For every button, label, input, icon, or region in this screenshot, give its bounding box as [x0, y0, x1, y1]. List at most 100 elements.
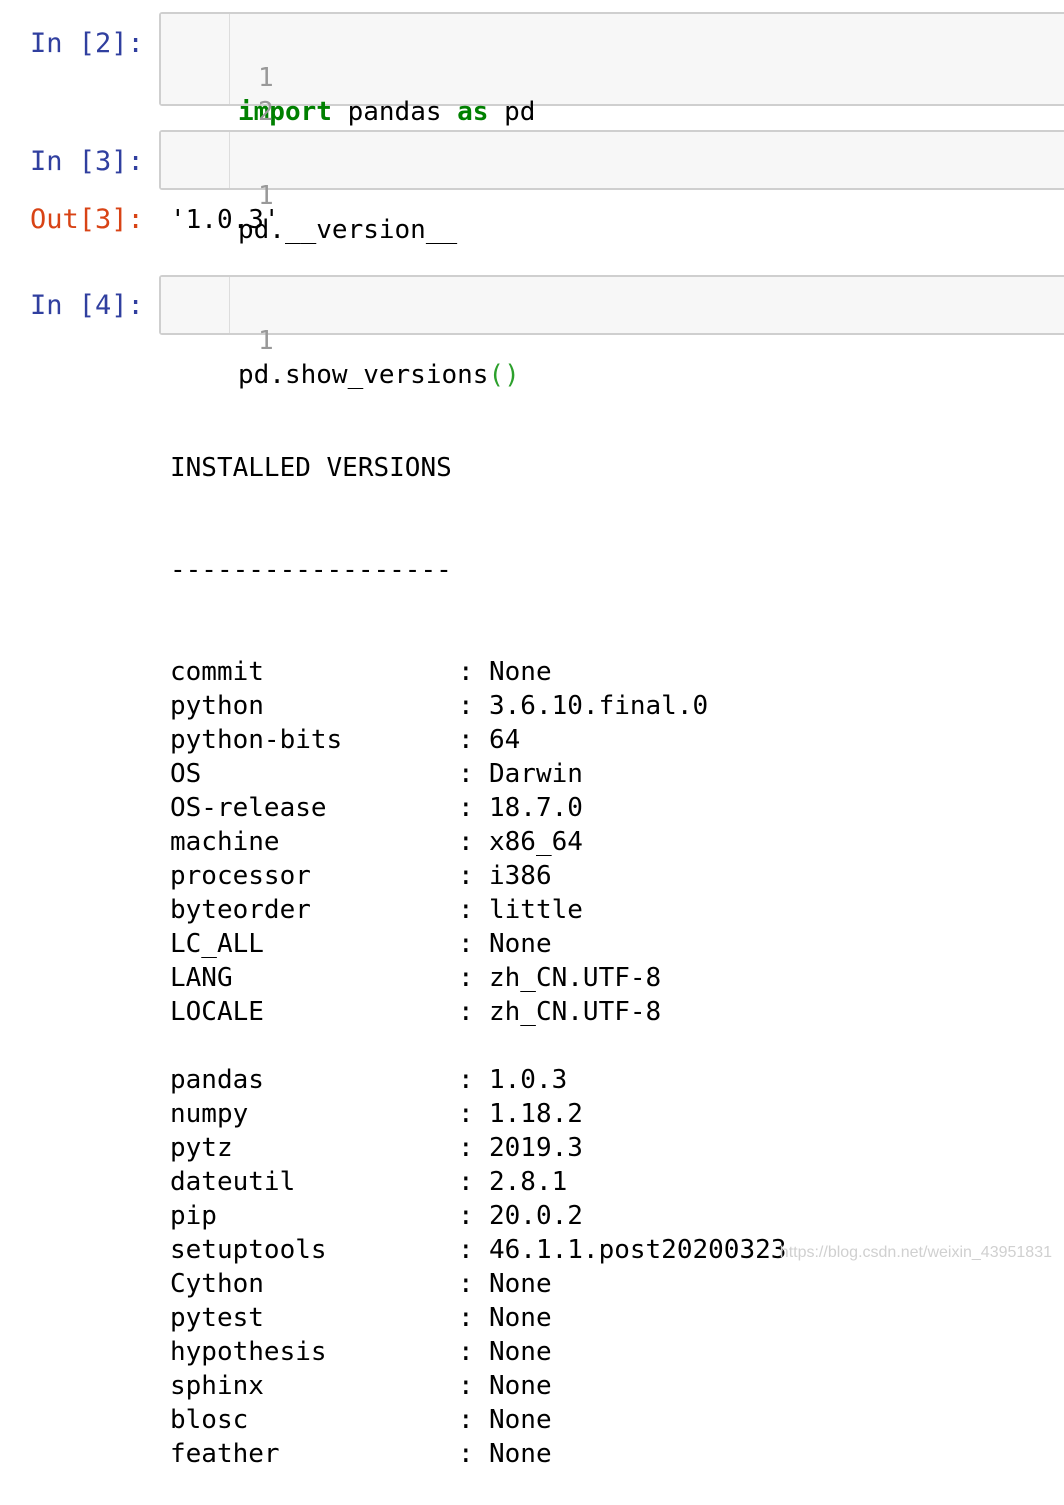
separator: : [458, 997, 474, 1027]
separator: : [458, 963, 474, 993]
version-value: little [489, 895, 583, 925]
separator: : [458, 827, 474, 857]
version-key: pip [170, 1201, 217, 1231]
versions-output: INSTALLED VERSIONS ------------------ co… [170, 383, 786, 1505]
version-row: LOCALE: zh_CN.UTF-8 [170, 995, 661, 1029]
version-value: None [489, 1303, 552, 1333]
version-row: OS-release:18.7.0 [170, 791, 583, 825]
watermark: https://blog.csdn.net/weixin_43951831 [779, 1244, 1052, 1261]
version-value: 3.6.10.final.0 [489, 691, 709, 721]
version-key: blosc [170, 1405, 249, 1435]
separator: : [458, 929, 474, 959]
version-key: LANG [170, 963, 233, 993]
version-key: OS-release [170, 793, 327, 823]
version-value: None [489, 1269, 552, 1299]
version-key: dateutil [170, 1167, 296, 1197]
separator: : [458, 1099, 474, 1129]
version-key: python-bits [170, 725, 343, 755]
version-row: LC_ALL: None [170, 927, 552, 961]
version-row: LANG: zh_CN.UTF-8 [170, 961, 661, 995]
alias-name: pd [488, 97, 536, 127]
version-key: hypothesis [170, 1337, 327, 1367]
version-value: i386 [489, 861, 552, 891]
version-row: blosc: None [170, 1403, 552, 1437]
separator: : [458, 1337, 474, 1367]
version-value: None [489, 1439, 552, 1469]
separator: : [458, 861, 474, 891]
version-row: byteorder: little [170, 893, 583, 927]
version-row: feather: None [170, 1437, 552, 1471]
separator: : [458, 725, 474, 755]
version-value: 64 [489, 725, 521, 755]
version-value: zh_CN.UTF-8 [489, 963, 662, 993]
input-prompt-2: In [2]: [30, 28, 144, 59]
version-key: setuptools [170, 1235, 327, 1265]
version-key: feather [170, 1439, 280, 1469]
version-key: byteorder [170, 895, 311, 925]
separator: : [458, 1201, 474, 1231]
version-row: python:3.6.10.final.0 [170, 689, 708, 723]
separator: : [458, 1371, 474, 1401]
separator: : [458, 1405, 474, 1435]
blank-row [170, 1029, 201, 1063]
version-row: numpy:1.18.2 [170, 1097, 583, 1131]
version-key: pytest [170, 1303, 264, 1333]
version-value: x86_64 [489, 827, 583, 857]
code-line: 2 import numpy as np [161, 61, 520, 161]
version-value: zh_CN.UTF-8 [489, 997, 662, 1027]
module-name: pandas [331, 97, 458, 127]
line-number: 1 [257, 326, 274, 356]
version-key: pandas [170, 1065, 264, 1095]
version-row: python-bits:64 [170, 723, 520, 757]
separator: : [458, 895, 474, 925]
version-value: 46.1.1.post20200323 [489, 1235, 787, 1265]
version-value: Darwin [489, 759, 583, 789]
output-prompt-3: Out[3]: [30, 204, 144, 235]
separator: : [458, 793, 474, 823]
version-key: commit [170, 657, 264, 687]
version-row: machine: x86_64 [170, 825, 583, 859]
version-key: OS [170, 759, 202, 789]
separator: : [458, 657, 474, 687]
version-key: LOCALE [170, 997, 264, 1027]
input-prompt-4: In [4]: [30, 290, 144, 321]
separator: : [458, 759, 474, 789]
version-key: Cython [170, 1269, 264, 1299]
version-key: LC_ALL [170, 929, 264, 959]
version-row: commit: None [170, 655, 552, 689]
keyword-as: as [457, 97, 489, 127]
version-value: None [489, 1371, 552, 1401]
version-key: python [170, 691, 264, 721]
version-key: machine [170, 827, 280, 857]
version-row: sphinx: None [170, 1369, 552, 1403]
separator: : [458, 1439, 474, 1469]
output-header: INSTALLED VERSIONS [170, 453, 452, 483]
code-line: 1 pd.show_versions() [161, 290, 520, 390]
version-value: 1.0.3 [489, 1065, 568, 1095]
line-number: 2 [257, 97, 274, 127]
code-cell-2[interactable]: 1 import pandas as pd 2 import numpy as … [159, 12, 1064, 161]
version-key: numpy [170, 1099, 249, 1129]
output-rule: ------------------ [170, 555, 452, 585]
call-parens: () [488, 360, 520, 390]
version-key: pytz [170, 1133, 233, 1163]
version-value: 2019.3 [489, 1133, 583, 1163]
separator: : [458, 1303, 474, 1333]
version-value: 1.18.2 [489, 1099, 583, 1129]
version-value: 20.0.2 [489, 1201, 583, 1231]
output-value: '1.0.3' [170, 205, 280, 235]
version-key: processor [170, 861, 311, 891]
separator: : [458, 1269, 474, 1299]
version-row: setuptools:46.1.1.post20200323 [170, 1233, 786, 1267]
version-row: hypothesis: None [170, 1335, 552, 1369]
separator: : [458, 1235, 474, 1265]
version-value: None [489, 929, 552, 959]
version-row: pytest: None [170, 1301, 552, 1335]
version-value: 18.7.0 [489, 793, 583, 823]
version-value: None [489, 1405, 552, 1435]
version-row: processor: i386 [170, 859, 552, 893]
code-cell-3[interactable]: 1 pd.__version__ [159, 130, 1064, 245]
separator: : [458, 1133, 474, 1163]
input-prompt-3: In [3]: [30, 146, 144, 177]
code-cell-4[interactable]: 1 pd.show_versions() [159, 275, 1064, 390]
